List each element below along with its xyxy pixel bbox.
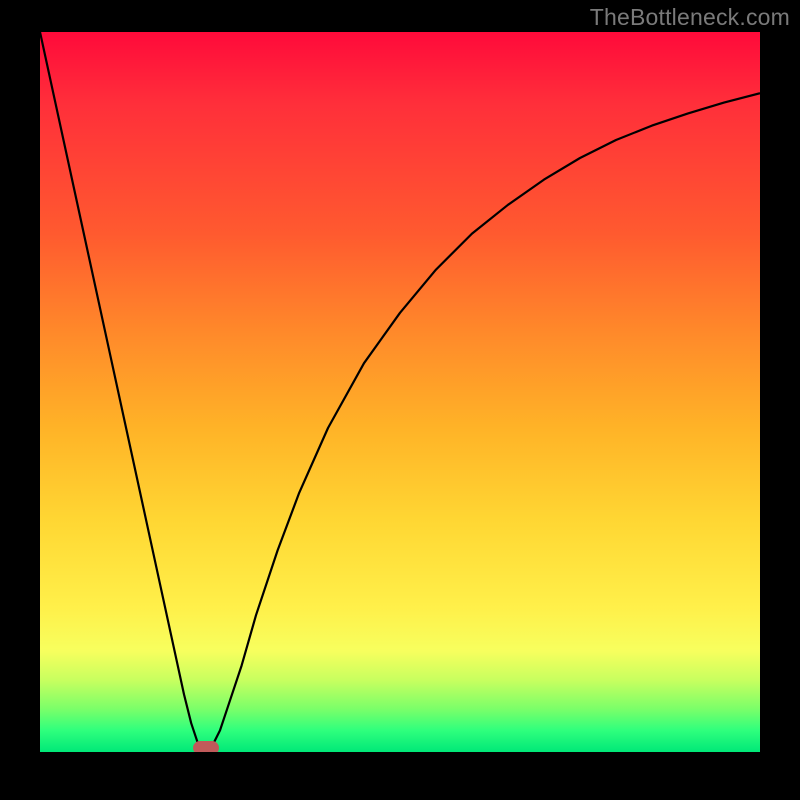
watermark-text: TheBottleneck.com — [590, 4, 790, 31]
minimum-marker — [193, 741, 219, 752]
curve-svg — [40, 32, 760, 752]
chart-frame: TheBottleneck.com — [0, 0, 800, 800]
bottleneck-curve — [40, 32, 760, 752]
plot-area — [40, 32, 760, 752]
